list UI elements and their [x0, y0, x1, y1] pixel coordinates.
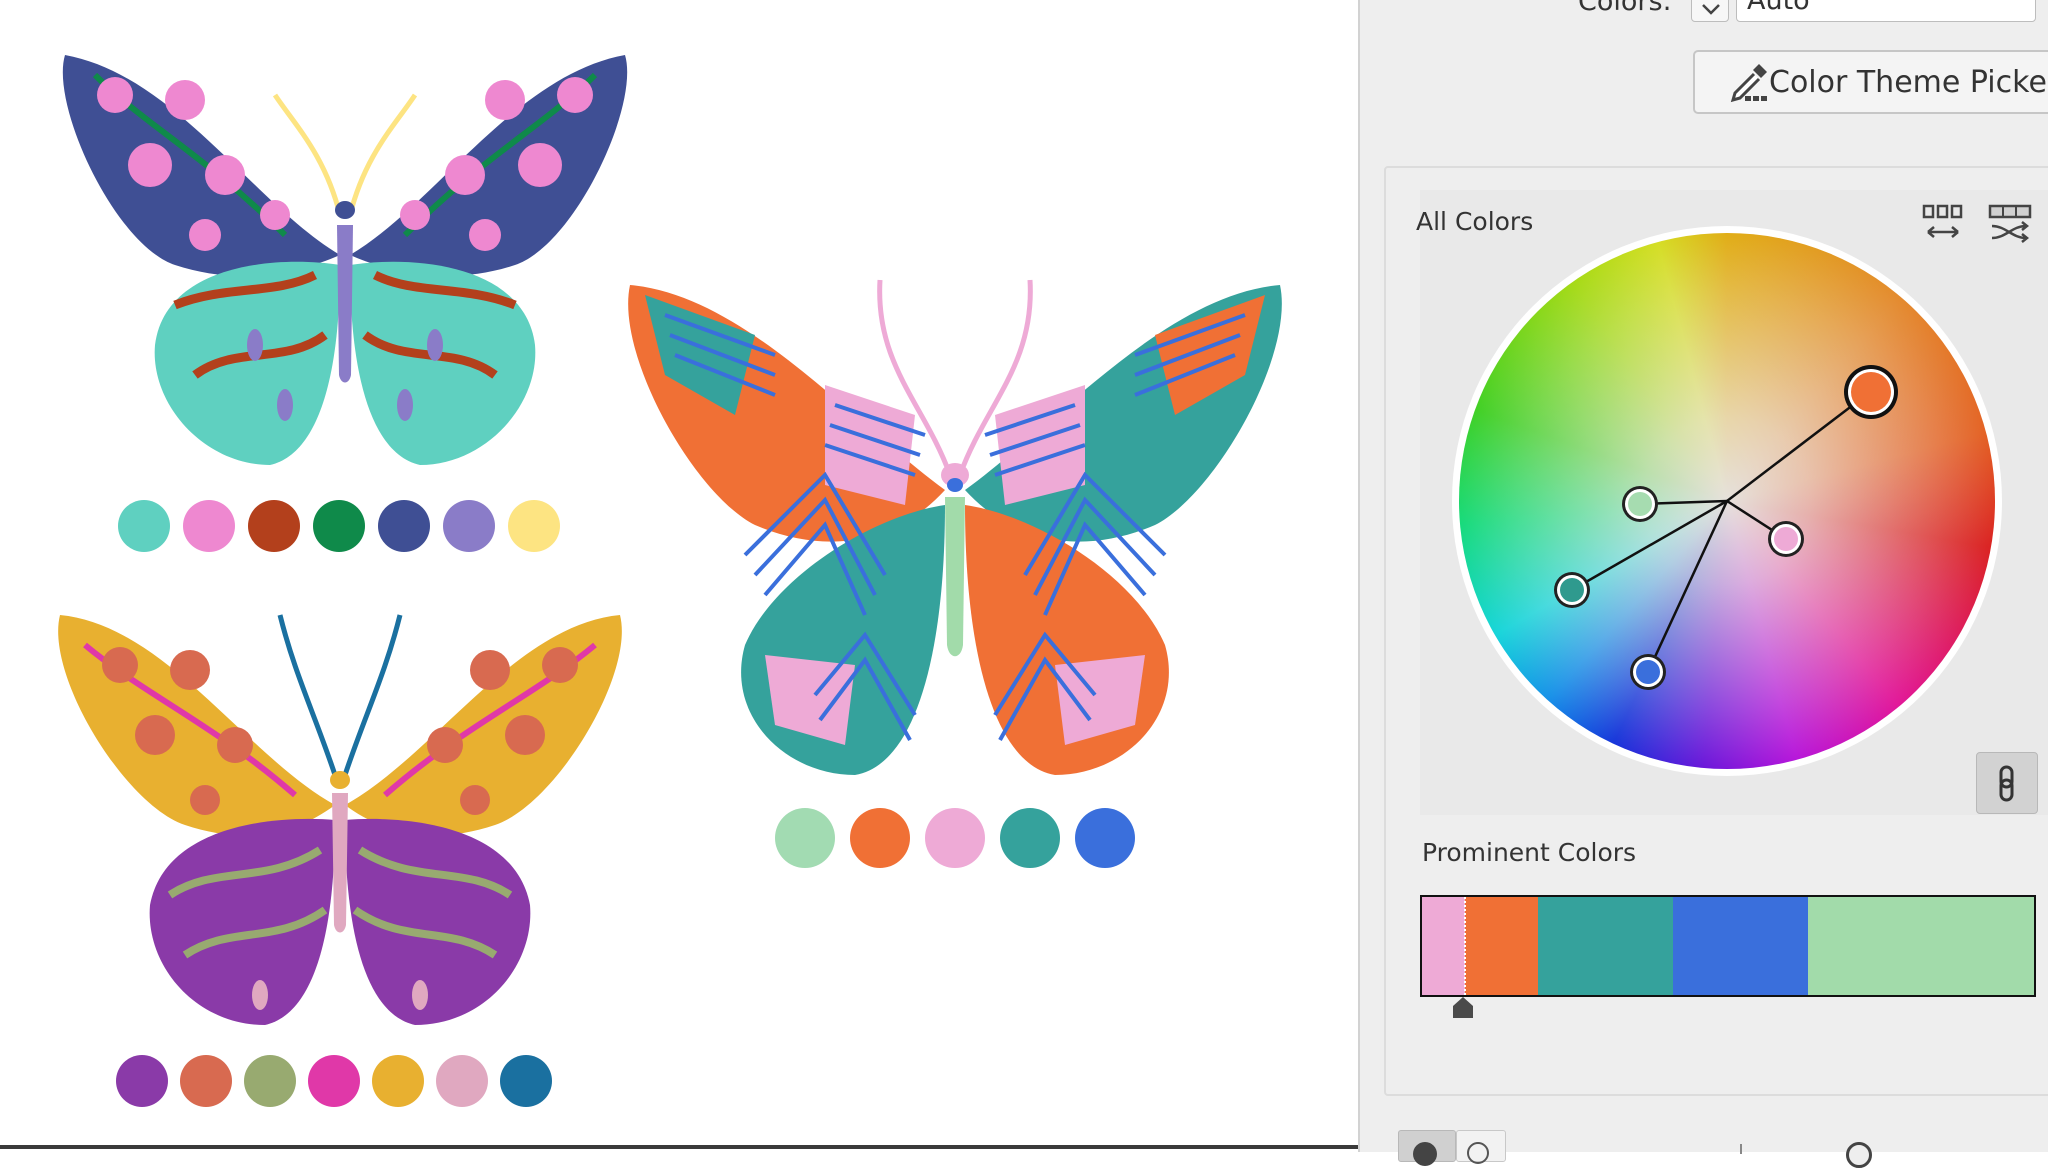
artboard [0, 0, 1358, 1152]
color-marker[interactable] [1622, 486, 1658, 522]
swatch-color [248, 500, 300, 552]
swatch-color [372, 1055, 424, 1107]
swatch-color [1075, 808, 1135, 868]
swatch-color [775, 808, 835, 868]
swatch-color [850, 808, 910, 868]
colors-select-value: Auto [1747, 0, 1810, 16]
prominent-colors-divider [1464, 897, 1466, 995]
butterfly-3-swatches [116, 1055, 576, 1115]
swatch-color [436, 1055, 488, 1107]
bottom-toolbar [1384, 1130, 2044, 1168]
slider-tick [1740, 1144, 1742, 1154]
swatch-color [116, 1055, 168, 1107]
prominent-color-segment[interactable] [1807, 897, 2034, 995]
swatch-color [180, 1055, 232, 1107]
chevron-down-icon [1702, 4, 1720, 15]
swatch-color [443, 500, 495, 552]
butterfly-artwork-navy [62, 55, 628, 465]
color-theme-picker-label: Color Theme Picker [1769, 65, 2048, 100]
prominent-colors-bar[interactable] [1420, 895, 2036, 997]
colors-label: Colors: [1578, 0, 1672, 17]
colors-dropdown-toggle[interactable] [1691, 0, 1729, 22]
recolor-panel: Colors: Auto Color Theme Picker All Colo… [1358, 0, 2048, 1168]
color-wheel[interactable] [1452, 226, 2002, 776]
prominent-color-segment[interactable] [1422, 897, 1465, 995]
butterfly-2-swatches [775, 808, 1145, 870]
butterfly-artwork-yellow [58, 614, 622, 1025]
prominent-color-segment[interactable] [1672, 897, 1808, 995]
swatch-color [1000, 808, 1060, 868]
colors-select[interactable]: Auto [1736, 0, 2036, 22]
swatch-color [925, 808, 985, 868]
swatch-color [378, 500, 430, 552]
color-marker[interactable] [1554, 572, 1590, 608]
prominent-color-segment[interactable] [1464, 897, 1539, 995]
canvas-edge [0, 1145, 1358, 1149]
prominent-slider-handle[interactable] [1451, 996, 1475, 1020]
link-icon [1999, 765, 2014, 802]
slider-knob[interactable] [1846, 1142, 1872, 1168]
swatch-color [313, 500, 365, 552]
eyedropper-icon [1730, 64, 1767, 103]
harmony-rules [1571, 391, 1871, 673]
base-color-marker[interactable] [1844, 365, 1898, 419]
swatch-color [118, 500, 170, 552]
swatch-color [500, 1055, 552, 1107]
swatch-color [308, 1055, 360, 1107]
swatch-color [183, 500, 235, 552]
swatch-color [508, 500, 560, 552]
toggle-light-button[interactable] [1456, 1130, 1506, 1164]
link-harmony-button[interactable] [1976, 752, 2038, 814]
color-theme-picker-button[interactable]: Color Theme Picker [1693, 50, 2048, 114]
butterfly-1-swatches [118, 500, 568, 560]
butterfly-artwork-orange [628, 279, 1282, 775]
color-marker[interactable] [1768, 521, 1804, 557]
prominent-color-segment[interactable] [1538, 897, 1673, 995]
color-marker[interactable] [1630, 654, 1666, 690]
prominent-colors-label: Prominent Colors [1422, 838, 1637, 867]
toggle-dark-button[interactable] [1398, 1130, 1456, 1166]
swatch-color [244, 1055, 296, 1107]
